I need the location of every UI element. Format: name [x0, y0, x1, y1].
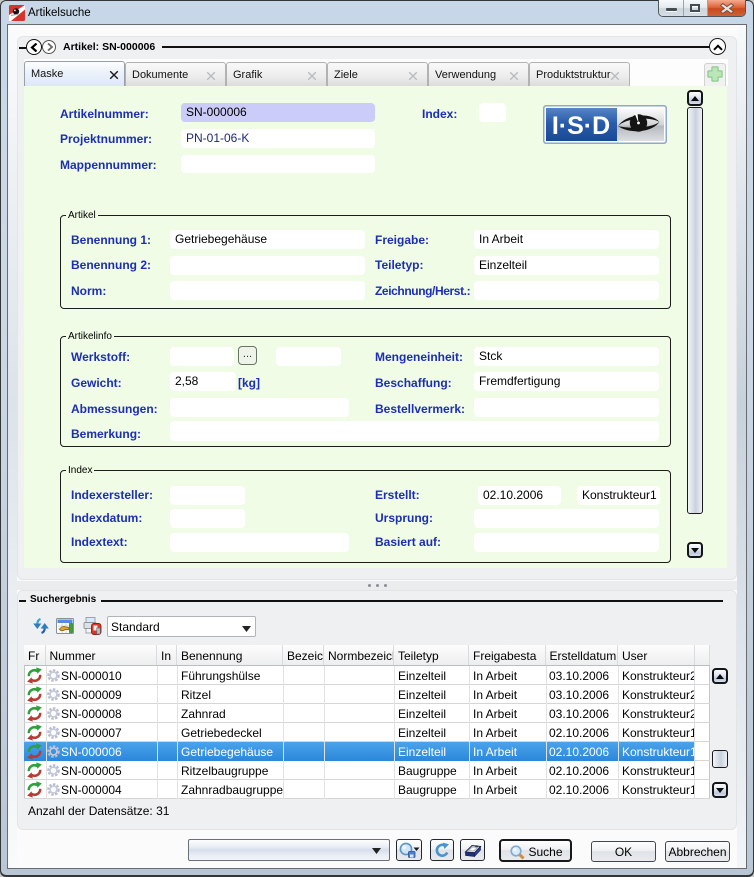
svg-text:I·S·D: I·S·D: [552, 112, 610, 140]
